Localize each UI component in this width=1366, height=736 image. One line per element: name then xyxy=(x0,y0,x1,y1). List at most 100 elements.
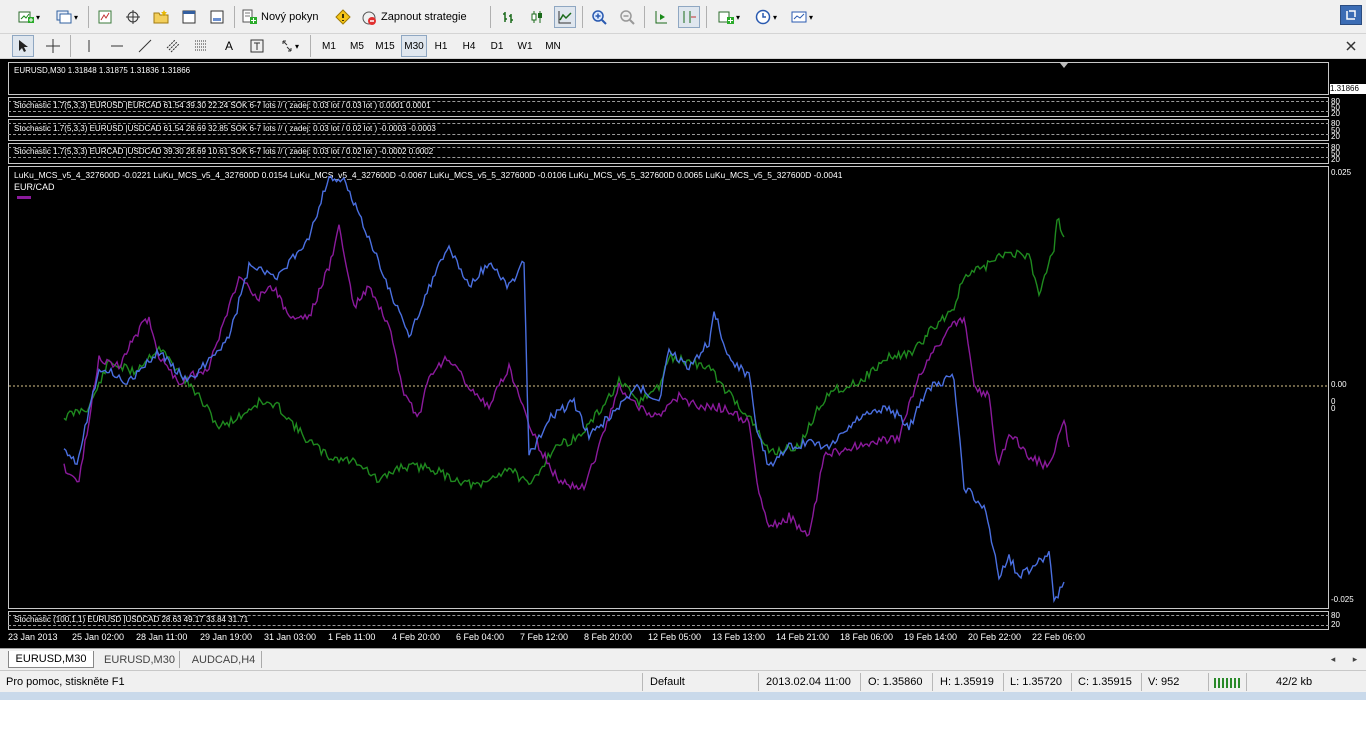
text-button[interactable]: A xyxy=(218,35,240,57)
crosshair-icon xyxy=(46,39,60,53)
arrows-icon xyxy=(282,40,292,52)
text-label-button[interactable] xyxy=(246,35,268,57)
tab-scroll-left-icon[interactable]: ◂ xyxy=(1326,651,1340,668)
indicator-pane[interactable]: LuKu_MCS_v5_4_327600D -0.0221 LuKu_MCS_v… xyxy=(8,166,1329,609)
tf-d1[interactable]: D1 xyxy=(486,35,508,57)
time-label: 14 Feb 21:00 xyxy=(776,632,830,642)
main-price-pane[interactable]: EURUSD,M30 1.31848 1.31875 1.31836 1.318… xyxy=(8,62,1329,95)
line-chart-button[interactable] xyxy=(554,6,576,28)
trendline-button[interactable] xyxy=(134,35,156,57)
status-high: H: 1.35919 xyxy=(940,676,994,688)
indicators-icon xyxy=(718,11,734,24)
clock-icon xyxy=(755,9,771,25)
vertical-line-button[interactable] xyxy=(78,35,100,57)
window-restore-icon xyxy=(1346,10,1356,20)
series-line-green xyxy=(63,217,1065,491)
tf-h1[interactable]: H1 xyxy=(430,35,452,57)
indicator-lines xyxy=(9,175,1328,604)
templates-button[interactable]: ▾ xyxy=(786,6,818,28)
status-bar: Pro pomoc, stiskněte F1 Default 2013.02.… xyxy=(0,670,1366,692)
tf-h4[interactable]: H4 xyxy=(458,35,480,57)
chart-tab-eurusd-m30[interactable]: EURUSD,M30 xyxy=(100,651,180,668)
arrows-button[interactable]: ▾ xyxy=(274,35,304,57)
bar-chart-button[interactable] xyxy=(498,6,520,28)
zoom-in-icon xyxy=(592,10,607,25)
templates-icon xyxy=(791,11,807,23)
tf-m15[interactable]: M15 xyxy=(372,35,398,57)
indicator-scale-zero: 0.00 xyxy=(1331,380,1347,389)
tester-window-icon xyxy=(210,10,224,24)
time-label: 12 Feb 05:00 xyxy=(648,632,702,642)
tf-m5[interactable]: M5 xyxy=(346,35,368,57)
window-close-button[interactable] xyxy=(1340,36,1362,56)
time-label: 1 Feb 11:00 xyxy=(328,632,376,642)
bottom-stoch-scale-bot: 20 xyxy=(1331,620,1340,629)
chart-tab-eurusd-m30-active[interactable]: EURUSD,M30 xyxy=(8,651,94,668)
zoom-out-icon xyxy=(620,10,635,25)
status-help: Pro pomoc, stiskněte F1 xyxy=(6,676,125,688)
stochastic-pane-1[interactable]: Stochastic 1.7(5,3,3) EURUSD |EURCAD 61.… xyxy=(8,97,1329,117)
time-label: 28 Jan 11:00 xyxy=(136,632,188,642)
chart-shift-icon xyxy=(683,11,696,23)
crosshair-target-icon xyxy=(126,10,140,24)
tf-mn[interactable]: MN xyxy=(541,35,565,57)
chart-tab-audcad-h4[interactable]: AUDCAD,H4 xyxy=(186,651,262,668)
data-window-button[interactable] xyxy=(122,6,144,28)
new-chart-button[interactable]: ▾ xyxy=(12,6,46,28)
stochastic-header-2: Stochastic 1.7(5,3,3) EURUSD |USDCAD 61.… xyxy=(14,124,436,133)
bar-chart-icon xyxy=(503,12,513,23)
strategy-tester-button[interactable] xyxy=(206,6,228,28)
bottom-stochastic-pane[interactable]: Stochastic (100,1,1) EURUSD |USDCAD 28.6… xyxy=(8,611,1329,630)
tf-m1[interactable]: M1 xyxy=(318,35,340,57)
window-restore-button[interactable] xyxy=(1340,5,1362,25)
price-label: 1.31866 xyxy=(1330,84,1366,94)
profiles-icon xyxy=(56,10,72,24)
fibonacci-button[interactable] xyxy=(190,35,212,57)
new-order-icon xyxy=(242,9,257,24)
cursor-button[interactable] xyxy=(12,35,34,57)
time-label: 25 Jan 02:00 xyxy=(72,632,125,642)
chart-shift-marker-icon xyxy=(1060,63,1068,68)
meta-editor-button[interactable] xyxy=(332,6,354,28)
auto-scroll-icon xyxy=(655,11,667,24)
line-chart-icon xyxy=(558,11,572,24)
horizontal-line-button[interactable] xyxy=(106,35,128,57)
autotrading-label: Zapnout strategie xyxy=(381,11,467,23)
cursor-arrow-icon xyxy=(19,40,28,52)
periods-button[interactable]: ▾ xyxy=(750,6,782,28)
tf-m30[interactable]: M30 xyxy=(401,35,427,57)
zoom-out-button[interactable] xyxy=(616,6,638,28)
indicator-scale-top: 0.025 xyxy=(1331,168,1352,177)
time-label: 13 Feb 13:00 xyxy=(712,632,766,642)
market-watch-button[interactable] xyxy=(94,6,116,28)
autotrading-button[interactable]: Zapnout strategie xyxy=(360,6,480,28)
status-traffic: 42/2 kb xyxy=(1276,676,1313,688)
status-volume: V: 952 xyxy=(1148,676,1180,688)
time-label: 18 Feb 06:00 xyxy=(840,632,894,642)
time-label: 6 Feb 04:00 xyxy=(456,632,505,642)
taskbar-strip xyxy=(0,692,1366,700)
new-order-button[interactable]: Nový pokyn xyxy=(240,6,330,28)
time-label: 8 Feb 20:00 xyxy=(584,632,633,642)
series-line-purple xyxy=(63,224,1070,538)
time-label: 20 Feb 22:00 xyxy=(968,632,1022,642)
terminal-button[interactable] xyxy=(178,6,200,28)
chart-shift-button[interactable] xyxy=(678,6,700,28)
status-low: L: 1.35720 xyxy=(1010,676,1062,688)
auto-scroll-button[interactable] xyxy=(650,6,672,28)
channel-button[interactable] xyxy=(162,35,184,57)
crosshair-button[interactable] xyxy=(42,35,64,57)
drawing-toolbar: A ▾ M1 M5 M15 M30 H1 H4 D1 W1 MN xyxy=(0,34,1366,59)
status-datetime: 2013.02.04 11:00 xyxy=(766,676,851,688)
profiles-button[interactable]: ▾ xyxy=(50,6,84,28)
indicators-button[interactable]: ▾ xyxy=(712,6,746,28)
chart-window[interactable]: EURUSD,M30 1.31848 1.31875 1.31836 1.318… xyxy=(0,59,1366,648)
bottom-stoch-scale-top: 80 xyxy=(1331,611,1340,620)
tf-w1[interactable]: W1 xyxy=(514,35,536,57)
main-toolbar: ▾ ▾ Nový pokyn Zapnout strategie ▾ ▾ ▾ xyxy=(0,0,1366,34)
zoom-in-button[interactable] xyxy=(588,6,610,28)
navigator-button[interactable] xyxy=(150,6,172,28)
time-label: 4 Feb 20:00 xyxy=(392,632,441,642)
candlestick-button[interactable] xyxy=(526,6,548,28)
tab-scroll-right-icon[interactable]: ▸ xyxy=(1348,651,1362,668)
